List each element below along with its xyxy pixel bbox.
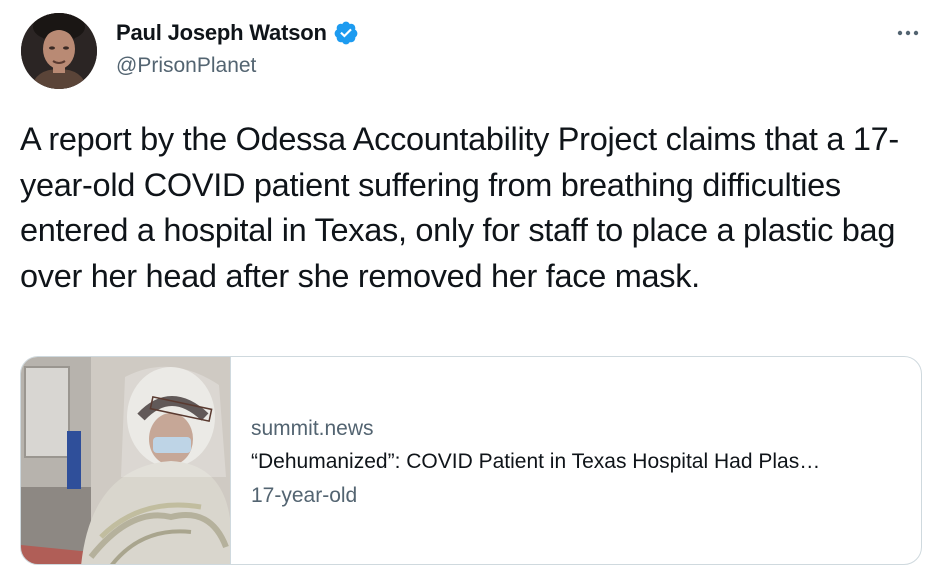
author-handle[interactable]: @PrisonPlanet	[116, 54, 256, 78]
tweet-text: A report by the Odessa Accountability Pr…	[20, 121, 899, 294]
card-domain: summit.news	[251, 417, 374, 440]
card-info: summit.news “Dehumanized”: COVID Patient…	[231, 357, 820, 564]
more-horizontal-icon	[897, 30, 919, 36]
card-thumbnail	[21, 357, 231, 564]
article-thumbnail-photo-icon	[21, 357, 230, 564]
verified-badge-icon	[333, 20, 359, 46]
link-card[interactable]: summit.news “Dehumanized”: COVID Patient…	[20, 356, 922, 565]
author-name-row[interactable]: Paul Joseph Watson	[116, 20, 359, 46]
avatar-photo-icon	[21, 13, 97, 89]
avatar[interactable]	[21, 13, 97, 89]
card-title: “Dehumanized”: COVID Patient in Texas Ho…	[251, 450, 821, 473]
card-description: 17-year-old	[251, 484, 358, 507]
more-button[interactable]	[890, 18, 926, 48]
author-name[interactable]: Paul Joseph Watson	[116, 20, 327, 46]
